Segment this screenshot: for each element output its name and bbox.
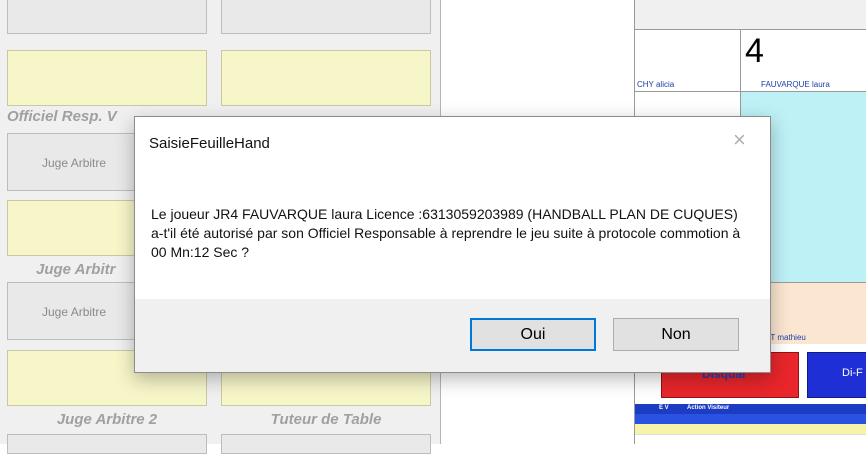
player-cell-right[interactable]: 4 FAUVARQUE laura: [741, 30, 866, 92]
player-name-right: FAUVARQUE laura: [761, 80, 830, 89]
player-name-left: CHY alicia: [637, 80, 675, 89]
yellow-field-1b[interactable]: [221, 50, 431, 106]
non-button[interactable]: Non: [613, 318, 739, 351]
table-header-action: Action Visiteur: [687, 405, 730, 411]
player-cell-left[interactable]: CHY alicia: [635, 30, 741, 92]
dialog-title: SaisieFeuilleHand: [149, 135, 270, 152]
dialog-message: Le joueur JR4 FAUVARQUE laura Licence :6…: [151, 206, 741, 260]
action-table-header: E V Action Visiteur: [635, 404, 866, 414]
top-button-left[interactable]: [7, 0, 207, 34]
yellow-field-1a[interactable]: [7, 50, 207, 106]
di-f-label: Di-F: [842, 367, 863, 379]
oui-button[interactable]: Oui: [470, 318, 596, 351]
close-icon[interactable]: ×: [733, 129, 746, 151]
label-juge-arbitre-2: Juge Arbitre 2: [56, 411, 158, 428]
top-button-right[interactable]: [221, 0, 431, 34]
label-juge-arbitre-1: Juge Arbitr: [36, 261, 116, 278]
juge-arbitre-button-b-label: Juge Arbitre: [42, 305, 107, 319]
label-tuteur-de-table: Tuteur de Table: [270, 411, 382, 428]
table-row-1[interactable]: [635, 414, 866, 424]
label-officiel-resp-visiteur: Officiel Resp. V: [7, 108, 117, 125]
table-header-ev: E V: [659, 405, 669, 411]
bottom-button-right[interactable]: [221, 434, 431, 454]
right-header-strip: [635, 0, 866, 30]
confirm-dialog: SaisieFeuilleHand × Le joueur JR4 FAUVAR…: [134, 116, 771, 373]
player-number: 4: [745, 32, 764, 70]
di-f-button[interactable]: Di-F: [807, 352, 866, 398]
table-row-2[interactable]: [635, 424, 866, 434]
table-row-3[interactable]: [635, 434, 866, 444]
bottom-button-left[interactable]: [7, 434, 207, 454]
juge-arbitre-button-a-label: Juge Arbitre: [42, 156, 107, 170]
